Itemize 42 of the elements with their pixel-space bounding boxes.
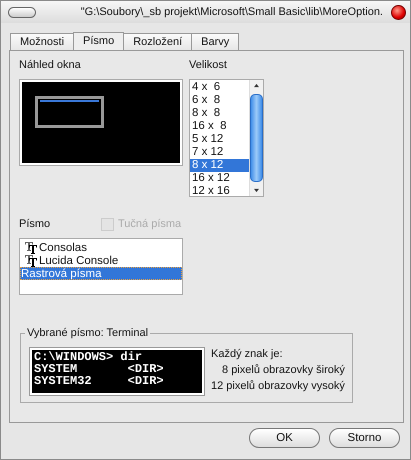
bold-checkbox-label: Tučná písma — [118, 218, 182, 230]
window-title: "G:\Soubory\_sb projekt\Microsoft\Small Basic\lib\MoreOption. — [80, 6, 383, 18]
font-name: Rastrová písma — [21, 268, 102, 280]
font-item[interactable]: Rastrová písma — [20, 267, 182, 280]
window-menu-button[interactable] — [8, 6, 36, 18]
preview-label: Náhled okna — [19, 58, 82, 72]
dialog-button[interactable]: OK — [249, 428, 320, 448]
size-item[interactable]: 8 x 12 — [190, 159, 249, 172]
sample-line: SYSTEM32 <DIR> — [34, 375, 165, 387]
font-item[interactable]: Lucida Console — [20, 254, 182, 267]
tab[interactable]: Barvy — [191, 33, 240, 50]
info-heading: Každý znak je: — [211, 348, 284, 361]
size-label: Velikost — [189, 58, 228, 72]
truetype-icon — [25, 242, 37, 254]
size-item[interactable]: 8 x 8 — [190, 107, 249, 120]
dialog-button[interactable]: Storno — [329, 428, 400, 448]
sample-line: SYSTEM <DIR> — [34, 363, 165, 375]
tab[interactable]: Rozložení — [123, 33, 192, 50]
sample-line: C:\WINDOWS> dir — [34, 351, 144, 363]
size-item[interactable]: 12 x 16 — [190, 185, 249, 198]
tab[interactable]: Možnosti — [10, 33, 74, 50]
font-item[interactable]: Consolas — [20, 241, 182, 254]
size-item[interactable]: 4 x 6 — [190, 81, 249, 94]
size-item[interactable]: 5 x 12 — [190, 133, 249, 146]
size-item[interactable]: 6 x 8 — [190, 94, 249, 107]
tab[interactable]: Písmo — [73, 32, 124, 50]
scroll-down-icon[interactable] — [253, 188, 260, 193]
size-item[interactable]: 16 x 8 — [190, 120, 249, 133]
font-name: Lucida Console — [39, 254, 118, 266]
truetype-icon — [25, 254, 37, 266]
info-line: 8 pixelů obrazovky široký — [221, 364, 345, 377]
scrollbar[interactable] — [249, 80, 263, 196]
size-item[interactable]: 7 x 12 — [190, 146, 249, 159]
mini-window-drawing — [35, 96, 104, 128]
scroll-up-icon[interactable] — [253, 83, 260, 88]
font-label: Písmo — [19, 217, 52, 231]
size-item[interactable]: 16 x 12 — [190, 172, 249, 185]
close-button[interactable] — [391, 4, 406, 20]
scroll-thumb[interactable] — [250, 94, 263, 182]
font-name: Consolas — [39, 242, 87, 254]
info-line: 12 pixelů obrazovky vysoký — [211, 380, 345, 393]
group-legend: Vybrané písmo: Terminal — [25, 327, 150, 340]
